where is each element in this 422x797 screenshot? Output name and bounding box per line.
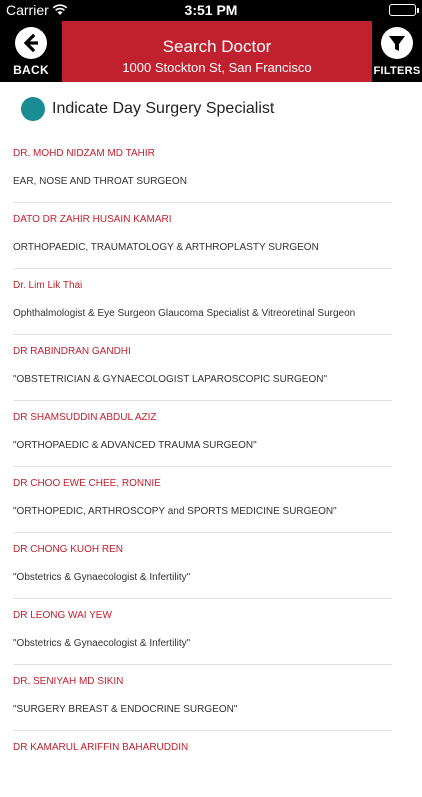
doctor-specialty: EAR, NOSE AND THROAT SURGEON bbox=[13, 176, 187, 187]
status-time: 3:51 PM bbox=[184, 2, 238, 18]
doctor-row[interactable]: DR. MOHD NIDZAM MD TAHIR EAR, NOSE AND T… bbox=[0, 137, 422, 203]
filters-button[interactable]: FILTERS bbox=[372, 21, 422, 82]
doctor-name: DR LEONG WAI YEW bbox=[13, 610, 112, 621]
doctor-list: DR. MOHD NIDZAM MD TAHIR EAR, NOSE AND T… bbox=[0, 137, 422, 797]
doctor-row[interactable]: DR RABINDRAN GANDHI "OBSTETRICIAN & GYNA… bbox=[0, 335, 422, 401]
day-surgery-dot-icon bbox=[21, 97, 45, 121]
doctor-specialty: "Obstetrics & Gynaecologist & Infertilit… bbox=[13, 572, 191, 583]
doctor-name: DR CHOO EWE CHEE, RONNIE bbox=[13, 478, 161, 489]
doctor-name: DR RABINDRAN GANDHI bbox=[13, 346, 131, 357]
doctor-specialty: "SURGERY BREAST & ENDOCRINE SURGEON" bbox=[13, 704, 238, 715]
doctor-row[interactable]: DR KAMARUL ARIFFIN BAHARUDDIN bbox=[0, 731, 422, 797]
doctor-name: DR KAMARUL ARIFFIN BAHARUDDIN bbox=[13, 742, 189, 753]
indicator-label: Indicate Day Surgery Specialist bbox=[52, 100, 275, 117]
doctor-row[interactable]: Dr. Lim Lik Thai Ophthalmologist & Eye S… bbox=[0, 269, 422, 335]
doctor-specialty: "OBSTETRICIAN & GYNAECOLOGIST LAPAROSCOP… bbox=[13, 374, 328, 385]
doctor-row[interactable]: DR SHAMSUDDIN ABDUL AZIZ "ORTHOPAEDIC & … bbox=[0, 401, 422, 467]
doctor-row[interactable]: DR. SENIYAH MD SIKIN "SURGERY BREAST & E… bbox=[0, 665, 422, 731]
doctor-name: DR CHONG KUOH REN bbox=[13, 544, 124, 555]
doctor-name: DR. SENIYAH MD SIKIN bbox=[13, 676, 124, 687]
location-subtitle: 1000 Stockton St, San Francisco bbox=[122, 60, 312, 75]
doctor-row[interactable]: DATO DR ZAHIR HUSAIN KAMARI ORTHOPAEDIC,… bbox=[0, 203, 422, 269]
doctor-name: DR SHAMSUDDIN ABDUL AZIZ bbox=[13, 412, 157, 423]
doctor-name: Dr. Lim Lik Thai bbox=[13, 280, 83, 291]
arrow-left-icon bbox=[15, 27, 47, 59]
filters-label: FILTERS bbox=[373, 65, 421, 77]
doctor-specialty: "ORTHOPAEDIC & ADVANCED TRAUMA SURGEON" bbox=[13, 440, 257, 451]
back-button[interactable]: BACK bbox=[0, 21, 62, 82]
doctor-name: DATO DR ZAHIR HUSAIN KAMARI bbox=[13, 214, 172, 225]
doctor-row[interactable]: DR LEONG WAI YEW "Obstetrics & Gynaecolo… bbox=[0, 599, 422, 665]
doctor-name: DR. MOHD NIDZAM MD TAHIR bbox=[13, 148, 155, 159]
header-titles: Search Doctor 1000 Stockton St, San Fran… bbox=[62, 21, 372, 82]
funnel-icon bbox=[381, 27, 413, 59]
back-label: BACK bbox=[13, 63, 49, 77]
doctor-specialty: Ophthalmologist & Eye Surgeon Glaucoma S… bbox=[13, 308, 356, 319]
doctor-specialty: "Obstetrics & Gynaecologist & Infertilit… bbox=[13, 638, 191, 649]
page-title: Search Doctor bbox=[162, 37, 272, 56]
doctor-row[interactable]: DR CHOO EWE CHEE, RONNIE "ORTHOPEDIC, AR… bbox=[0, 467, 422, 533]
status-bar: Carrier 3:51 PM bbox=[0, 0, 422, 21]
doctor-specialty: "ORTHOPEDIC, ARTHROSCOPY and SPORTS MEDI… bbox=[13, 506, 337, 517]
doctor-row[interactable]: DR CHONG KUOH REN "Obstetrics & Gynaecol… bbox=[0, 533, 422, 599]
app-header: BACK Search Doctor 1000 Stockton St, San… bbox=[0, 21, 422, 82]
doctor-specialty: ORTHOPAEDIC, TRAUMATOLOGY & ARTHROPLASTY… bbox=[13, 242, 319, 253]
battery-icon bbox=[389, 4, 419, 16]
